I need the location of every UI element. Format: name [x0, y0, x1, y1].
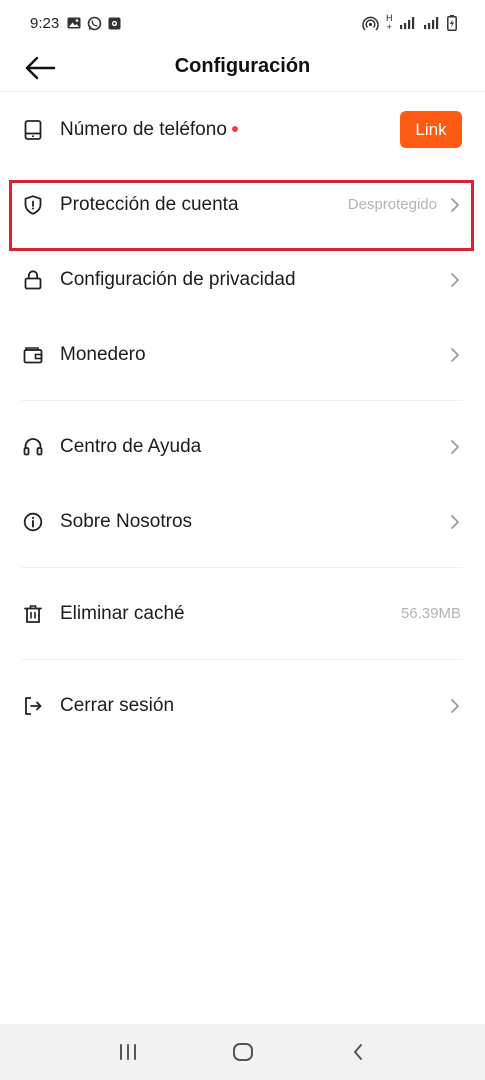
help-center-row[interactable]: Centro de Ayuda: [0, 409, 485, 484]
settings-list: Número de teléfono Link Protección de cu…: [0, 92, 485, 743]
recents-button[interactable]: [108, 1032, 148, 1072]
network-type: H +: [386, 14, 393, 32]
battery-icon: [447, 15, 457, 31]
logout-icon: [22, 695, 44, 717]
chevron-right-icon: [451, 272, 459, 287]
info-icon: [22, 511, 44, 533]
home-icon: [232, 1043, 253, 1061]
section-divider: [22, 400, 463, 401]
system-nav-bar: [0, 1024, 485, 1080]
nav-back-button[interactable]: [338, 1032, 378, 1072]
gallery-notification-icon: [67, 17, 81, 29]
settings-screen: 9:23 H + Configuración Número de teléfon…: [0, 0, 485, 1080]
about-us-row[interactable]: Sobre Nosotros: [0, 484, 485, 559]
chevron-right-icon: [451, 197, 459, 212]
account-protection-status: Desprotegido: [347, 196, 437, 213]
top-bar: Configuración: [0, 46, 485, 92]
section-divider: [22, 567, 463, 568]
privacy-settings-row[interactable]: Configuración de privacidad: [0, 242, 485, 317]
page-title: Configuración: [174, 55, 311, 77]
status-time: 9:23: [30, 14, 60, 32]
section-divider: [22, 659, 463, 660]
chevron-right-icon: [451, 439, 459, 454]
app-notification-icon: [108, 17, 121, 30]
status-bar: 9:23 H +: [0, 0, 485, 46]
chevron-right-icon: [451, 514, 459, 529]
status-left: 9:23: [30, 15, 121, 32]
logout-label: Cerrar sesión: [60, 694, 175, 716]
help-center-label: Centro de Ayuda: [60, 435, 202, 457]
headset-icon: [22, 436, 44, 458]
recents-icon: [119, 1044, 136, 1060]
logout-row[interactable]: Cerrar sesión: [0, 668, 485, 743]
chevron-right-icon: [451, 347, 459, 362]
home-button[interactable]: [223, 1032, 263, 1072]
hotspot-icon: [362, 16, 379, 31]
wallet-row[interactable]: Monedero: [0, 317, 485, 392]
whatsapp-notification-icon: [87, 16, 102, 31]
link-phone-button[interactable]: Link: [400, 111, 462, 148]
signal-1-icon: [399, 16, 416, 30]
account-protection-label: Protección de cuenta: [60, 193, 239, 215]
trash-icon: [22, 603, 44, 625]
phone-number-label: Número de teléfono: [60, 118, 227, 140]
phone-device-icon: [22, 119, 44, 141]
about-us-label: Sobre Nosotros: [60, 510, 193, 532]
phone-number-row[interactable]: Número de teléfono Link: [0, 92, 485, 167]
account-protection-row[interactable]: Protección de cuenta Desprotegido: [0, 167, 485, 242]
chevron-right-icon: [451, 698, 459, 713]
clear-cache-label: Eliminar caché: [60, 602, 185, 624]
network-label-bottom: +: [386, 22, 392, 32]
status-right: H +: [362, 14, 457, 32]
phone-number-label-wrap: Número de teléfono: [60, 119, 400, 141]
lock-icon: [22, 269, 44, 291]
wallet-icon: [22, 344, 44, 366]
clear-cache-row[interactable]: Eliminar caché 56.39MB: [0, 576, 485, 651]
shield-icon: [22, 194, 44, 216]
nav-back-icon: [353, 1044, 362, 1060]
signal-2-icon: [423, 16, 440, 30]
wallet-label: Monedero: [60, 343, 146, 365]
notification-dot: [231, 125, 238, 132]
privacy-settings-label: Configuración de privacidad: [60, 268, 296, 290]
cache-size: 56.39MB: [400, 605, 461, 622]
